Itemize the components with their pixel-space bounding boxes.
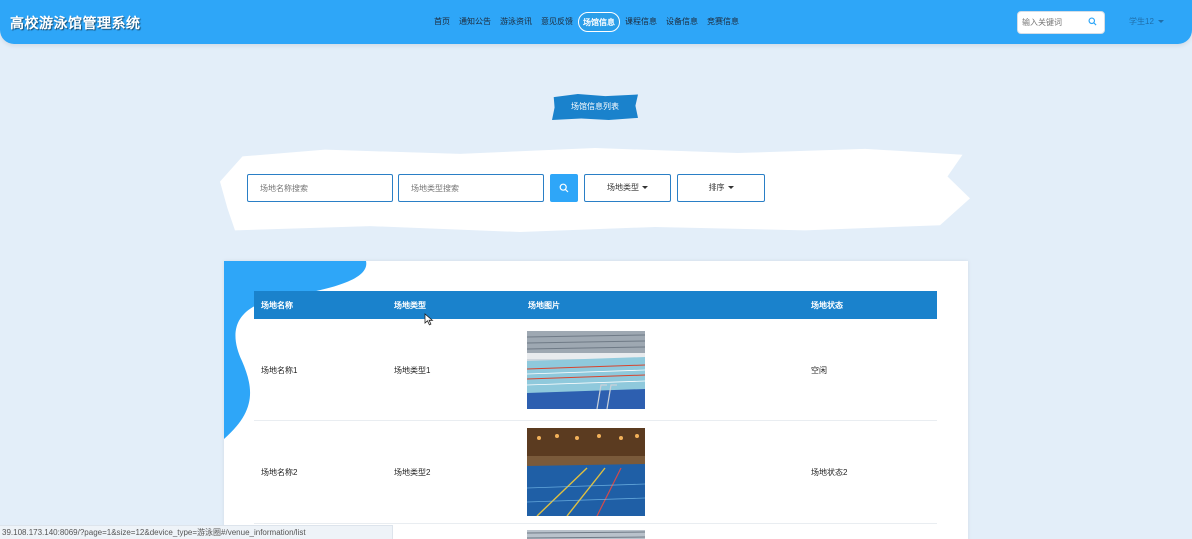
chevron-down-icon [1157,20,1164,24]
mouse-cursor-icon [424,313,434,326]
main-nav: 首页 通知公告 游泳资讯 意见反馈 场馆信息 课程信息 设备信息 竞赛信息 [430,10,744,34]
user-name: 学生12 [1129,17,1154,26]
site-title: 高校游泳馆管理系统 [10,15,141,31]
nav-equipment-info[interactable]: 设备信息 [662,12,702,32]
header-search-input[interactable] [1022,12,1086,33]
venue-status: 空闲 [811,366,827,375]
nav-feedback[interactable]: 意见反馈 [537,12,577,32]
venue-image[interactable] [527,428,645,516]
venue-image[interactable] [527,331,645,409]
sort-dropdown[interactable]: 排序 [677,174,765,202]
column-header-image: 场地图片 [528,301,560,310]
chevron-down-icon [727,186,734,190]
column-header-status: 场地状态 [811,301,843,310]
nav-home[interactable]: 首页 [430,12,454,32]
search-button[interactable] [550,174,578,202]
table-row[interactable]: 场地名称1 场地类型1 空闲 [254,319,937,421]
user-menu[interactable]: 学生12 [1129,16,1164,27]
venue-name: 场地名称2 [261,468,298,477]
nav-venue-info[interactable]: 场馆信息 [578,12,620,32]
nav-course-info[interactable]: 课程信息 [621,12,661,32]
page-title: 场馆信息列表 [552,94,638,120]
venue-name: 场地名称1 [261,366,298,375]
browser-status-url: 39.108.173.140:8069/?page=1&size=12&devi… [0,525,393,539]
table-header: 场地名称 场地类型 场地图片 场地状态 [254,291,937,319]
table-row[interactable]: 场地名称2 场地类型2 场地状态2 [254,421,937,524]
column-header-name: 场地名称 [261,301,293,310]
top-navbar: 高校游泳馆管理系统 首页 通知公告 游泳资讯 意见反馈 场馆信息 课程信息 设备… [0,0,1192,44]
column-header-type: 场地类型 [394,301,426,310]
venue-type-search-input[interactable] [398,174,544,202]
venue-type: 场地类型2 [394,468,431,477]
search-icon[interactable] [1088,17,1097,26]
venue-status: 场地状态2 [811,468,848,477]
venue-name-search-input[interactable] [247,174,393,202]
sort-dropdown-label: 排序 [708,183,725,192]
chevron-down-icon [642,186,648,190]
venue-type-dropdown-label: 场地类型 [607,183,639,192]
nav-notice[interactable]: 通知公告 [455,12,495,32]
header-search [1017,11,1105,34]
venue-type: 场地类型1 [394,366,431,375]
search-icon [559,183,569,193]
venue-table-card: 场地名称 场地类型 场地图片 场地状态 场地名称1 场地类型1 空闲 场地名称2… [224,261,968,539]
venue-type-dropdown[interactable]: 场地类型 [584,174,671,202]
nav-competition-info[interactable]: 竞赛信息 [703,12,743,32]
nav-swim-news[interactable]: 游泳资讯 [496,12,536,32]
venue-image[interactable] [527,530,645,539]
